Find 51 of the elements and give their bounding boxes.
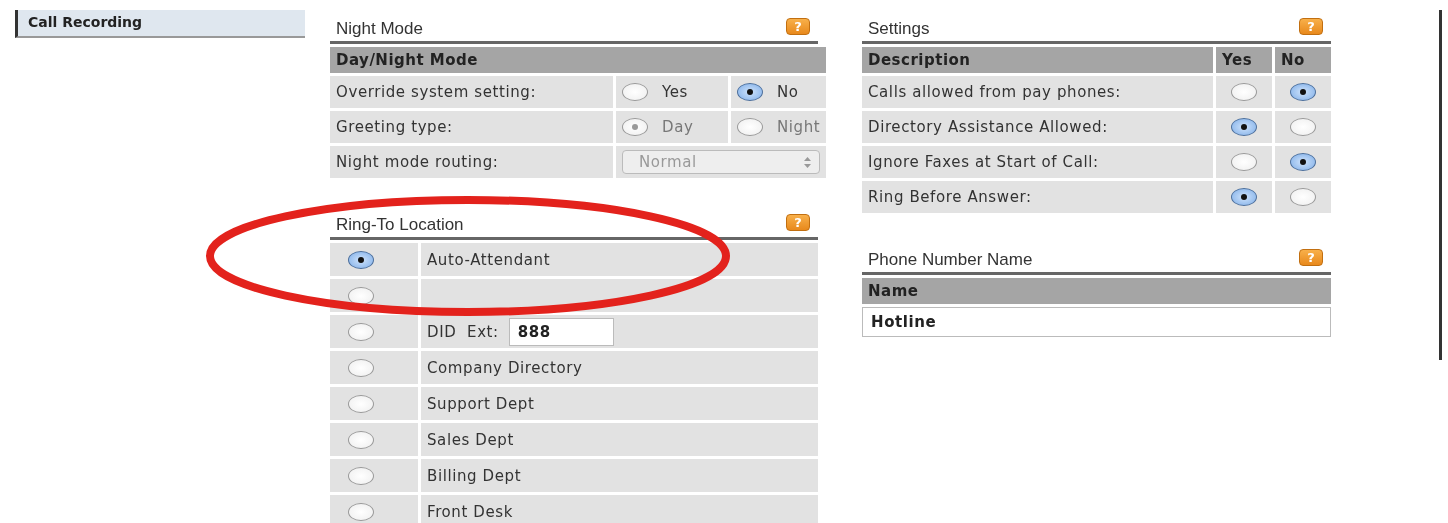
column-header: Yes [1216,47,1272,73]
radio-button[interactable] [348,502,374,521]
option-label: Auto-Attendant [421,243,818,276]
radio-button[interactable] [348,394,374,413]
setting-label: Calls allowed from pay phones: [862,76,1213,108]
radio-button[interactable] [1231,153,1257,171]
name-field[interactable]: Hotline [862,307,1331,337]
row-label: Greeting type: [330,111,613,143]
radio-button[interactable] [1231,83,1257,101]
row-label: Override system setting: [330,76,613,108]
radio-button[interactable] [1290,188,1316,206]
radio-button[interactable] [1231,118,1257,136]
radio-button[interactable] [622,83,648,101]
panel-title: Ring-To Location [336,215,464,235]
option-label: Front Desk [421,495,818,523]
radio-button[interactable] [348,358,374,377]
column-header: Description [862,47,1213,73]
radio-button[interactable] [1231,188,1257,206]
table-header: Name [862,278,1331,304]
radio-button[interactable] [1290,118,1316,136]
option-label: DID Ext: [427,322,499,341]
help-button[interactable]: ? [1299,249,1323,266]
help-button[interactable]: ? [786,18,810,35]
up-down-arrows-icon [804,156,812,168]
radio-button[interactable] [348,466,374,485]
panel-title: Night Mode [336,19,423,39]
setting-label: Ignore Faxes at Start of Call: [862,146,1213,178]
radio-button[interactable] [737,83,763,101]
setting-label: Directory Assistance Allowed: [862,111,1213,143]
option-label: Billing Dept [421,459,818,492]
panel-title: Phone Number Name [868,250,1033,270]
radio-button[interactable] [348,322,374,341]
help-button[interactable]: ? [1299,18,1323,35]
radio-button[interactable] [348,286,374,305]
option-label: Company Directory [421,351,818,384]
table-header: Day/Night Mode [330,47,827,73]
setting-label: Ring Before Answer: [862,181,1213,213]
radio-button[interactable] [1290,83,1316,101]
radio-option[interactable]: No [731,76,827,108]
radio-button[interactable] [348,430,374,449]
panel-title: Settings [868,19,930,39]
column-header: No [1275,47,1331,73]
option-label: Support Dept [421,387,818,420]
extension-field[interactable]: 888 [508,317,614,346]
row-label: Night mode routing: [330,146,613,178]
help-button[interactable]: ? [786,214,810,231]
radio-button[interactable] [1290,153,1316,171]
radio-option[interactable]: Yes [616,76,728,108]
radio-button[interactable] [348,250,374,269]
sidebar-item[interactable]: Call Recording [15,10,305,38]
option-label: Sales Dept [421,423,818,456]
